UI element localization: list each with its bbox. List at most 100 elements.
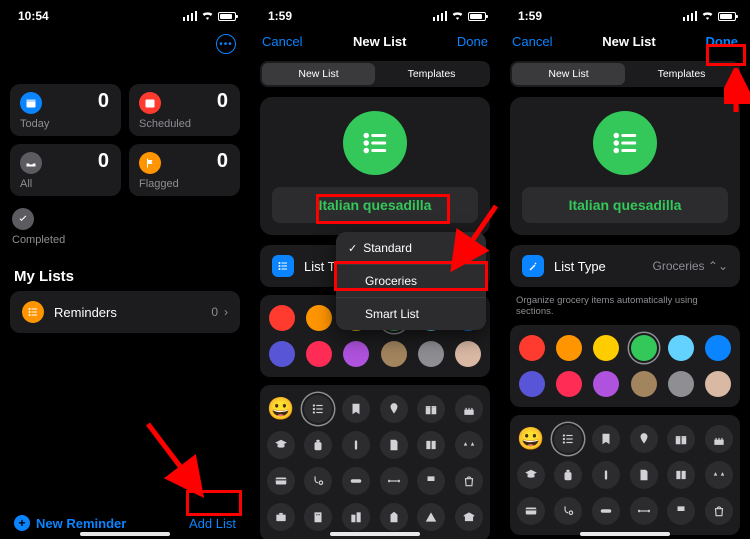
list-count: 0	[211, 305, 218, 319]
color-swatch[interactable]	[306, 341, 332, 367]
new-reminder-button[interactable]: + New Reminder	[14, 515, 126, 531]
gift-icon[interactable]	[417, 395, 445, 423]
icon-picker[interactable]: 😀	[260, 385, 490, 539]
segmented-control[interactable]: New List Templates	[510, 61, 740, 87]
pause-icon[interactable]	[592, 461, 620, 489]
segment-newlist[interactable]: New List	[512, 63, 625, 85]
bag-icon[interactable]	[705, 497, 733, 525]
gradcap-icon[interactable]	[517, 461, 545, 489]
card-icon[interactable]	[267, 467, 295, 495]
color-swatch[interactable]	[381, 341, 407, 367]
pill-icon[interactable]	[342, 467, 370, 495]
card-today[interactable]: 0 Today	[10, 84, 121, 136]
chair-icon[interactable]	[667, 497, 695, 525]
book-icon[interactable]	[667, 461, 695, 489]
color-swatch[interactable]	[343, 341, 369, 367]
card-flagged[interactable]: 0 Flagged	[129, 144, 240, 196]
color-swatch[interactable]	[556, 335, 582, 361]
list-name-input[interactable]: Italian quesadilla	[522, 187, 728, 223]
segmented-control[interactable]: New List Templates	[260, 61, 490, 87]
pin-icon[interactable]	[630, 425, 658, 453]
calendar-icon	[139, 92, 161, 114]
color-swatch[interactable]	[455, 341, 481, 367]
add-list-button[interactable]: Add List	[189, 516, 236, 531]
more-button[interactable]: •••	[216, 34, 236, 54]
flag-icon	[139, 152, 161, 174]
calendar-icon	[20, 92, 42, 114]
color-swatch[interactable]	[705, 335, 731, 361]
tent-icon[interactable]	[417, 503, 445, 531]
screen-newlist-dropdown: 1:59 Cancel New List Done New List Templ…	[250, 0, 500, 539]
scale-icon[interactable]	[455, 431, 483, 459]
color-swatch[interactable]	[269, 341, 295, 367]
cake-icon[interactable]	[705, 425, 733, 453]
color-swatch[interactable]	[306, 305, 332, 331]
segment-templates[interactable]: Templates	[375, 63, 488, 85]
pill-icon[interactable]	[592, 497, 620, 525]
color-swatch[interactable]	[556, 371, 582, 397]
stetho-icon[interactable]	[554, 497, 582, 525]
gift-icon[interactable]	[667, 425, 695, 453]
list-name-input[interactable]: Italian quesadilla	[272, 187, 478, 223]
color-swatch[interactable]	[668, 371, 694, 397]
cancel-button[interactable]: Cancel	[512, 34, 552, 49]
pause-icon[interactable]	[342, 431, 370, 459]
list-icon[interactable]	[554, 425, 582, 453]
color-swatch[interactable]	[519, 371, 545, 397]
status-time: 1:59	[268, 9, 292, 23]
done-button[interactable]: Done	[706, 34, 739, 49]
color-picker[interactable]	[510, 325, 740, 407]
briefcase-icon[interactable]	[267, 503, 295, 531]
list-row-reminders[interactable]: Reminders 0›	[10, 291, 240, 333]
color-swatch[interactable]	[631, 371, 657, 397]
chair-icon[interactable]	[417, 467, 445, 495]
cancel-button[interactable]: Cancel	[262, 34, 302, 49]
color-swatch[interactable]	[519, 335, 545, 361]
dumbbell-icon[interactable]	[380, 467, 408, 495]
bldg-icon[interactable]	[304, 503, 332, 531]
smile-icon[interactable]: 😀	[517, 425, 545, 453]
segment-templates[interactable]: Templates	[625, 63, 738, 85]
cake-icon[interactable]	[455, 395, 483, 423]
bldg2-icon[interactable]	[342, 503, 370, 531]
doc-icon[interactable]	[630, 461, 658, 489]
list-big-icon	[343, 111, 407, 175]
bookmark-icon[interactable]	[342, 395, 370, 423]
scale-icon[interactable]	[705, 461, 733, 489]
stetho-icon[interactable]	[304, 467, 332, 495]
color-swatch[interactable]	[269, 305, 295, 331]
icon-picker[interactable]: 😀	[510, 415, 740, 535]
dropdown-item-groceries[interactable]: Groceries	[336, 265, 486, 298]
color-swatch[interactable]	[668, 335, 694, 361]
color-swatch[interactable]	[593, 335, 619, 361]
status-icons	[433, 9, 486, 23]
dropdown-item-standard[interactable]: ✓Standard	[336, 232, 486, 265]
check-icon	[12, 208, 34, 230]
book-icon[interactable]	[417, 431, 445, 459]
card-icon[interactable]	[517, 497, 545, 525]
smile-icon[interactable]: 😀	[267, 395, 295, 423]
dumbbell-icon[interactable]	[630, 497, 658, 525]
church-icon[interactable]	[380, 503, 408, 531]
bag-icon[interactable]	[455, 467, 483, 495]
card-all[interactable]: 0 All	[10, 144, 121, 196]
color-swatch[interactable]	[705, 371, 731, 397]
color-swatch[interactable]	[631, 335, 657, 361]
list-icon[interactable]	[304, 395, 332, 423]
doc-icon[interactable]	[380, 431, 408, 459]
card-completed[interactable]: Completed	[10, 204, 240, 252]
bookmark-icon[interactable]	[592, 425, 620, 453]
pin-icon[interactable]	[380, 395, 408, 423]
color-swatch[interactable]	[418, 341, 444, 367]
segment-newlist[interactable]: New List	[262, 63, 375, 85]
backpack-icon[interactable]	[554, 461, 582, 489]
card-scheduled[interactable]: 0 Scheduled	[129, 84, 240, 136]
gradcap-icon[interactable]	[267, 431, 295, 459]
list-type-row[interactable]: List Type Groceries ⌃⌄	[510, 245, 740, 287]
dropdown-item-smartlist[interactable]: Smart List	[336, 298, 486, 330]
bank-icon[interactable]	[455, 503, 483, 531]
wifi-icon	[701, 9, 714, 23]
color-swatch[interactable]	[593, 371, 619, 397]
done-button[interactable]: Done	[457, 34, 488, 49]
backpack-icon[interactable]	[304, 431, 332, 459]
